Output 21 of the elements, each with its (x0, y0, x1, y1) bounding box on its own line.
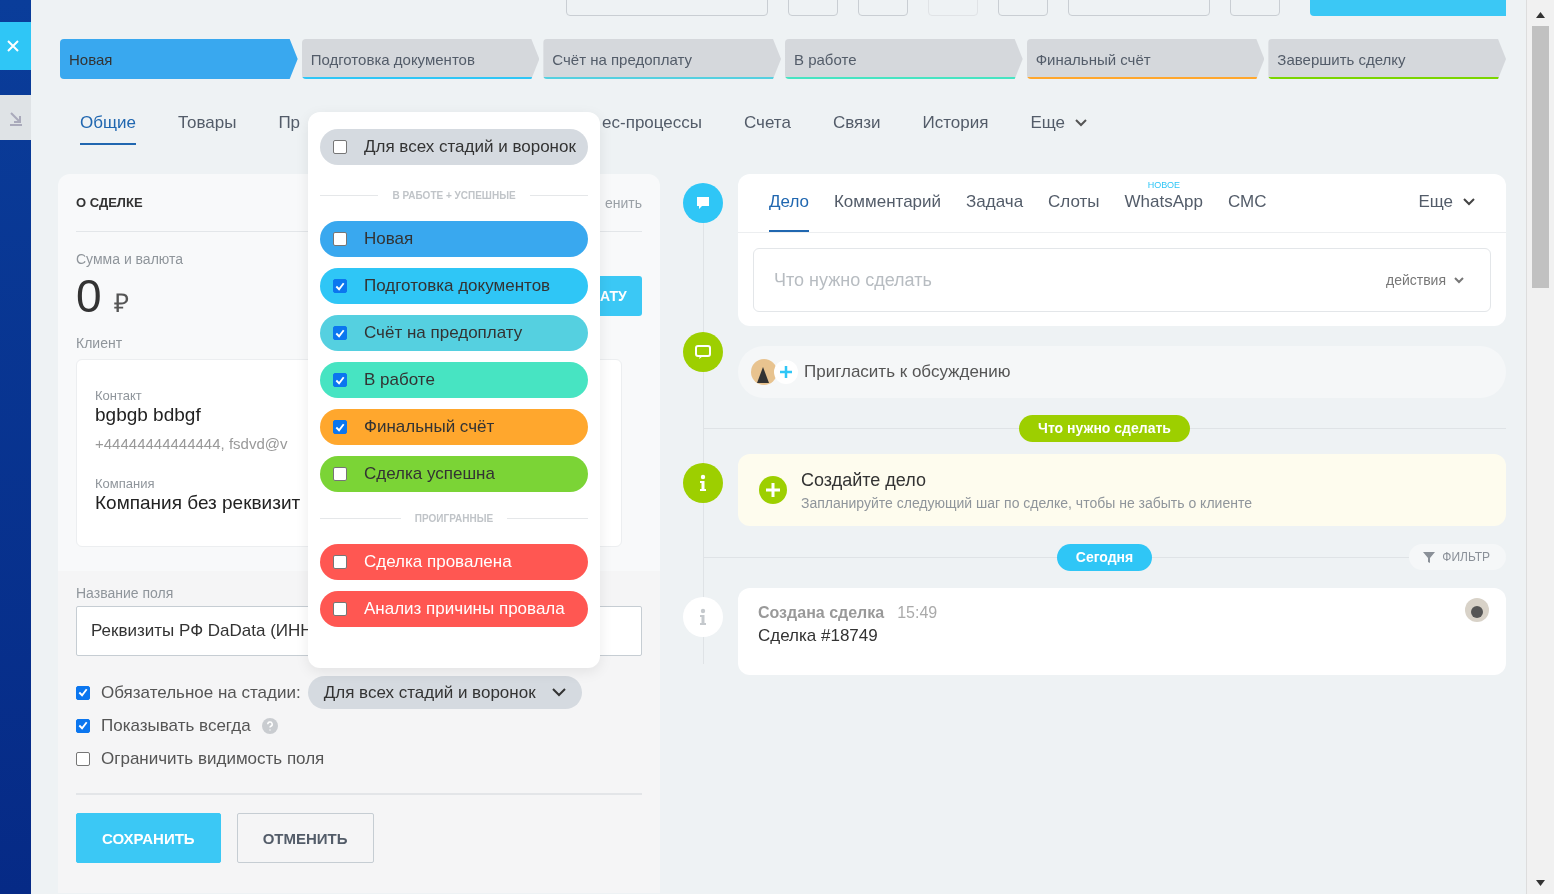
new-label: НОВОЕ (1146, 180, 1181, 190)
option-label: Ограничить видимость поля (101, 748, 325, 769)
event-text: Сделка #18749 (758, 626, 879, 646)
option-label: Показывать всегда (101, 715, 251, 736)
section-title: О СДЕЛКЕ (76, 195, 143, 210)
field-label: Сумма и валюта (76, 251, 185, 267)
hint-description: Запланируйте следующий шаг по сделке, чтобы не забыть о клиенте (801, 494, 1252, 511)
group-heading: В РАБОТЕ + УСПЕШНЫЕ (392, 189, 516, 201)
field-label: Контакт (95, 388, 143, 403)
section-badge: Сегодня (1056, 543, 1153, 571)
field-label: Название поля (76, 585, 175, 601)
section-badge: Что нужно сделать (1019, 414, 1190, 442)
contact-details: +44444444444444, fsdvd@v (95, 435, 289, 452)
hint-title: Создайте дело (801, 469, 927, 491)
group-heading: ПРОИГРАННЫЕ (414, 512, 494, 524)
event-time: 15:49 (897, 604, 938, 622)
event-title: Создана сделка (758, 604, 885, 622)
amount-value: 0 (76, 271, 102, 321)
invite-text: Пригласить к обсуждению (804, 362, 1011, 382)
currency-sign: ₽ (113, 287, 129, 320)
option-label: Обязательное на стадии: (101, 682, 301, 703)
